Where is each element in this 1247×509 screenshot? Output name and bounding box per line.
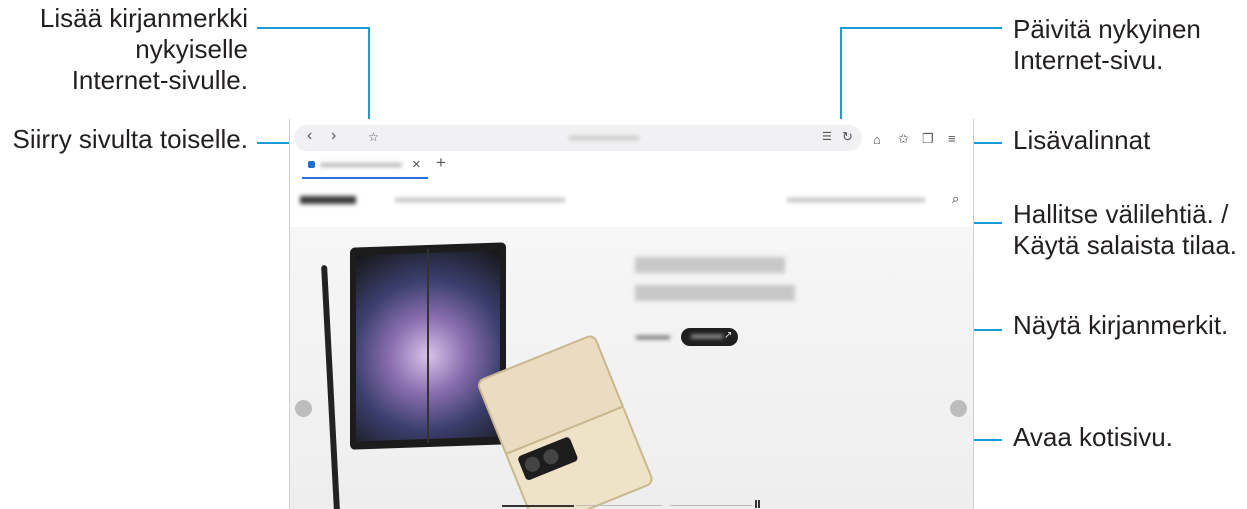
tab-title: [320, 163, 402, 167]
leader-refresh-h: [840, 27, 1002, 29]
leader-refresh-v: [840, 27, 842, 129]
website-content: ⌕ ↗: [290, 181, 973, 509]
callout-navigation: Siirry sivulta toiselle.: [12, 124, 248, 154]
star-icon[interactable]: ✩: [898, 131, 909, 147]
tabs-icon[interactable]: ❐: [922, 131, 934, 147]
hero-headline: [635, 257, 785, 273]
browser-screenshot: ☆ ☰ ↻ ‹ › ⌂ ✩ ❐ ≡ × + ⌕ ↗: [289, 119, 974, 509]
callout-refresh: Päivitä nykyinen Internet-sivu.: [1013, 14, 1201, 75]
leader-bookmark-h: [257, 27, 370, 29]
buy-now-button[interactable]: ↗: [681, 328, 738, 346]
reader-icon[interactable]: ☰: [822, 130, 832, 143]
menu-icon[interactable]: ≡: [948, 131, 956, 146]
carousel-prev-button[interactable]: [295, 400, 312, 417]
new-tab-button[interactable]: +: [436, 153, 446, 173]
callout-bookmarks: Näytä kirjanmerkit.: [1013, 310, 1229, 340]
callout-home: Avaa kotisivu.: [1013, 422, 1173, 452]
leader-bookmark-v: [368, 27, 370, 129]
home-icon[interactable]: ⌂: [873, 132, 881, 147]
callout-bookmark: Lisää kirjanmerkki nykyiselle Internet-s…: [39, 3, 248, 95]
tab-samsung[interactable]: ×: [302, 153, 428, 179]
callout-tabs: Hallitse välilehtiä. / Käytä salaista ti…: [1013, 199, 1238, 260]
hero-subheadline: [635, 285, 795, 301]
carousel-next-button[interactable]: [950, 400, 967, 417]
chevron-left-icon[interactable]: ‹: [307, 127, 312, 145]
tab-favicon: [308, 161, 315, 168]
learn-more-link[interactable]: [636, 336, 670, 339]
tab-bar: × +: [294, 153, 968, 179]
chevron-right-icon[interactable]: ›: [331, 127, 336, 145]
carousel-indicator[interactable]: [576, 505, 662, 506]
search-icon[interactable]: ⌕: [952, 191, 959, 207]
carousel-indicator[interactable]: [670, 505, 752, 506]
site-utility-links: [787, 198, 925, 202]
refresh-icon[interactable]: ↻: [842, 129, 853, 145]
callout-options: Lisävalinnat: [1013, 125, 1151, 155]
carousel-indicator-active[interactable]: [502, 505, 574, 507]
site-logo: [300, 196, 356, 204]
carousel-pause-icon[interactable]: [755, 500, 760, 508]
tab-close-icon[interactable]: ×: [412, 156, 421, 173]
address-bar[interactable]: ☆ ☰ ↻: [294, 125, 862, 151]
url-text: [569, 136, 639, 140]
star-outline-icon[interactable]: ☆: [368, 130, 379, 144]
site-nav-links: [395, 198, 565, 202]
hero-banner: ↗: [290, 227, 973, 509]
fold-phone-image: [350, 242, 506, 450]
s-pen-image: [321, 265, 341, 509]
